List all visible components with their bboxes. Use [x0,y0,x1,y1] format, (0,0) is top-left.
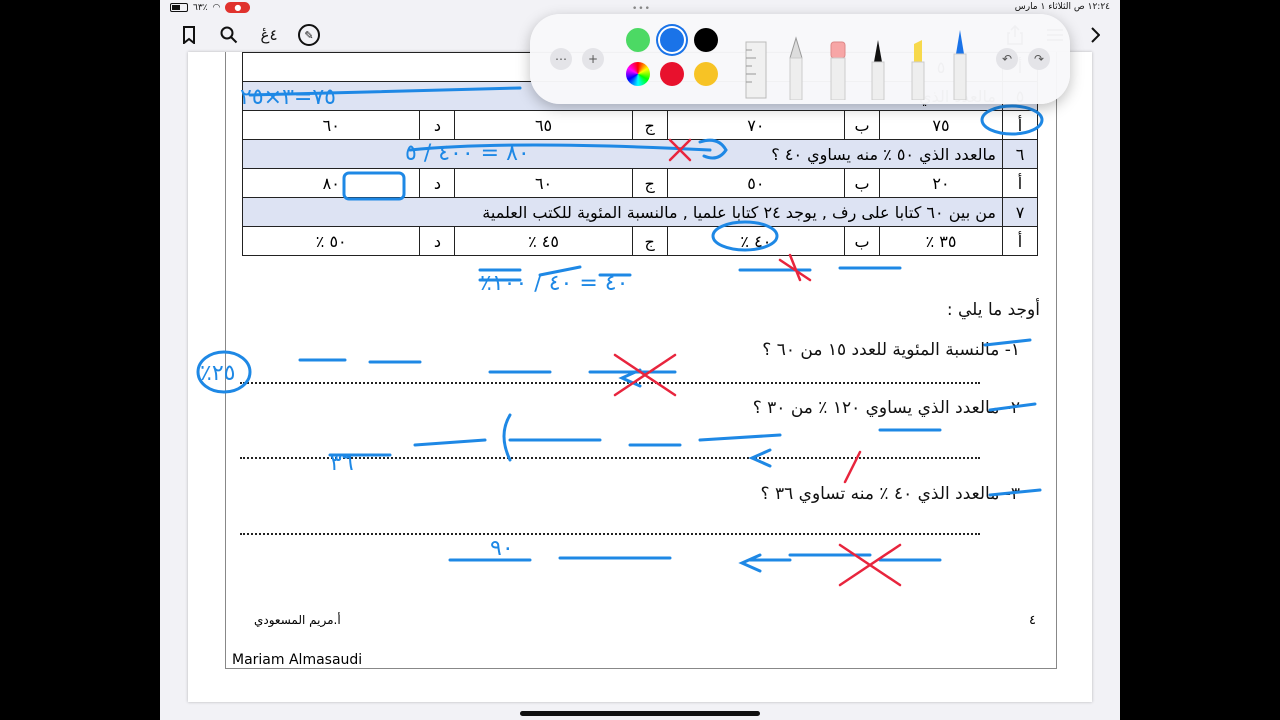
ink-stroke [448,553,942,562]
eraser-tool-icon[interactable] [828,36,848,100]
add-icon[interactable]: + [582,48,604,70]
color-swatch-blue[interactable] [660,28,684,52]
ink-circle-answer-b [711,220,779,252]
ipad-screen: ٦٣٪ ◠ ● ١٢:٢٤ ص الثلاثاء ١ مارس ••• ٔ٤ع … [160,0,1120,720]
undo-icon[interactable]: ↶ [996,48,1018,70]
ink-cross [838,543,902,587]
ink-text: ٩٠ [490,536,514,561]
ink-cross [613,353,677,397]
ink-box-answer-d [342,171,406,201]
pen-tool-icon[interactable] [868,36,888,100]
home-indicator[interactable] [520,711,760,716]
pencil-tool-icon[interactable] [786,36,806,100]
color-picker-icon[interactable] [626,62,650,86]
handwriting-ink-layer: ٧٥=٣×٢٥ ٨٠ = ٤٠٠ / ٥ ٪٤٠ = ٤٠ / ١٠٠ ٪٢٥ … [196,85,1044,587]
marker-tool-icon[interactable] [950,28,970,100]
ink-circle-answer-a [980,104,1044,136]
ink-brace [502,413,512,462]
ink-stroke [328,428,942,457]
ink-text: ٧٥=٣×٢٥ [240,85,336,110]
ink-stroke [298,358,677,374]
ink-stroke [778,253,812,282]
ink-text: ٪٢٥ [200,361,235,386]
ruler-icon[interactable] [742,40,770,100]
more-options-icon[interactable]: ⋯ [550,48,572,70]
ink-arrow [738,553,762,573]
ink-arrow [843,450,862,484]
ink-text: ٨٠ = ٤٠٠ / ٥ [405,141,530,166]
ink-text: ٪٤٠ = ٤٠ / ١٠٠ [480,271,628,296]
color-swatch-green[interactable] [626,28,650,52]
color-swatch-black[interactable] [694,28,718,52]
redo-icon[interactable]: ↷ [1028,48,1050,70]
markup-palette: ⋯ + ↶ ↷ [530,14,1070,104]
color-swatch-red[interactable] [660,62,684,86]
ink-stroke [983,338,1042,497]
color-swatch-yellow[interactable] [694,62,718,86]
highlighter-tool-icon[interactable] [908,36,928,100]
ink-text: ٣٦ [330,451,354,476]
ink-arrow [748,448,772,468]
